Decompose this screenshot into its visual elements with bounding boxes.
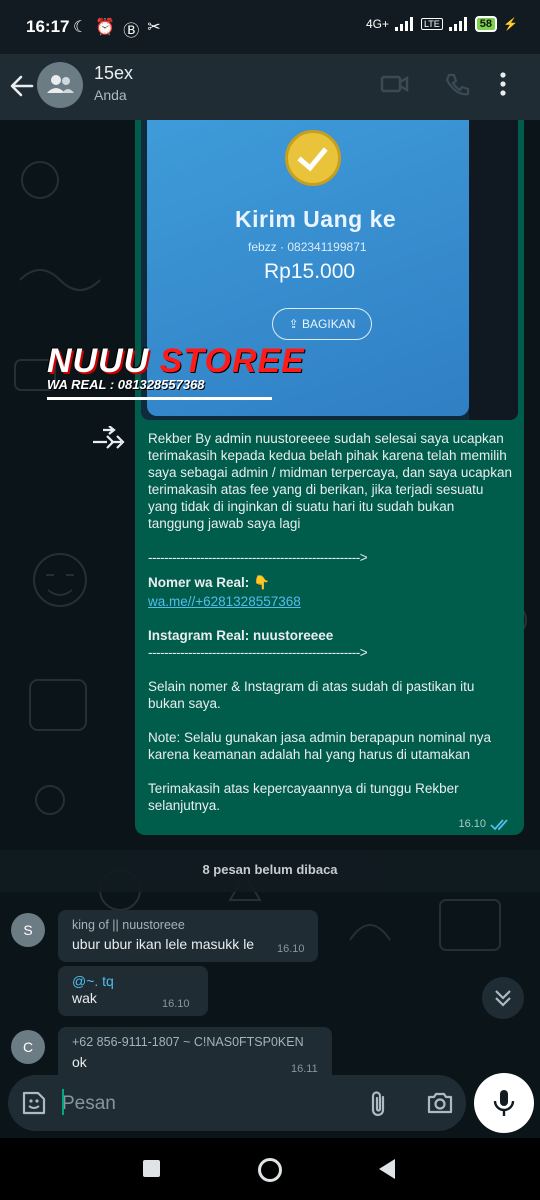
- voice-record-button[interactable]: [474, 1073, 534, 1133]
- chat-header: 15ex Anda: [0, 54, 540, 120]
- home-button[interactable]: [258, 1158, 282, 1182]
- read-ticks-icon: [490, 819, 508, 831]
- status-notification-icons: ☾ ⏰ Ⓑ ✂: [73, 17, 161, 41]
- status-bar: 16:17 ☾ ⏰ Ⓑ ✂ 4G+ LTE 58 ⚡: [0, 0, 540, 54]
- attach-paperclip-icon[interactable]: [368, 1089, 390, 1119]
- volte-icon: LTE: [420, 18, 443, 30]
- message-timestamp: 16.10: [162, 998, 190, 1010]
- battery-icon: 58: [474, 16, 498, 32]
- sender-avatar[interactable]: C: [11, 1030, 45, 1064]
- store-watermark: NUUU STOREE WA REAL : 081328557368: [47, 342, 305, 400]
- receipt-share-button: ⇪ BAGIKAN: [272, 308, 372, 340]
- status-right: 4G+ LTE 58 ⚡: [366, 16, 518, 32]
- sender-name[interactable]: king of || nuustoreee: [72, 918, 185, 932]
- incoming-message-bubble[interactable]: +62 856-9111-1807 ~ C!NAS0FTSP0KEN ok 16…: [58, 1027, 332, 1075]
- unread-count-label: 8 pesan belum dibaca: [202, 862, 338, 877]
- signal-icon-2: [448, 17, 467, 31]
- instagram-label: Instagram Real: nuustoreeee: [148, 628, 334, 643]
- chat-area[interactable]: Kirim Uang ke febzz · 082341199871 Rp15.…: [0, 120, 540, 1075]
- share-icon: ⇪: [288, 317, 303, 331]
- signal-icon: [394, 17, 413, 31]
- message-composer: [8, 1075, 466, 1131]
- message-paragraph-3: Note: Selalu gunakan jasa admin berapapu…: [148, 730, 491, 762]
- phone-edge: [469, 120, 518, 420]
- message-paragraph-2: Selain nomer & Instagram di atas sudah d…: [148, 679, 475, 711]
- message-text: wak: [72, 990, 97, 1006]
- message-timestamp: 16.10: [458, 818, 486, 830]
- message-input[interactable]: [60, 1085, 344, 1123]
- receipt-amount: Rp15.000: [264, 260, 356, 283]
- double-chevron-down-icon: [495, 990, 511, 1007]
- message-paragraph-4: Terimakasih atas kepercayaannya di tungg…: [148, 781, 459, 813]
- incoming-message-bubble[interactable]: king of || nuustoreee ubur ubur ikan lel…: [58, 910, 318, 962]
- chat-subtitle: Anda: [94, 87, 127, 103]
- group-avatar[interactable]: [37, 62, 83, 108]
- pointing-down-emoji: 👇: [253, 575, 270, 590]
- message-text: Rekber By admin nuustoreeee sudah selesa…: [148, 430, 514, 831]
- receipt-share-label: BAGIKAN: [302, 317, 356, 331]
- watermark-title-b: STOREE: [159, 342, 305, 380]
- status-time: 16:17: [26, 17, 70, 36]
- message-text: ubur ubur ikan lele masukk le: [72, 936, 255, 952]
- group-icon: [47, 75, 74, 93]
- network-type: 4G+: [365, 17, 389, 31]
- sender-avatar[interactable]: S: [11, 913, 45, 947]
- watermark-title-a: NUUU: [47, 342, 160, 380]
- scissors-icon: ✂: [147, 19, 161, 36]
- sender-name[interactable]: +62 856-9111-1807 ~ C!NAS0FTSP0KEN: [72, 1035, 304, 1049]
- wa-link[interactable]: wa.me//+6281328557368: [148, 594, 301, 609]
- camera-icon[interactable]: [426, 1090, 454, 1116]
- moon-icon: ☾: [73, 19, 88, 36]
- voice-call-icon[interactable]: [444, 72, 470, 98]
- message-divider: ----------------------------------------…: [148, 550, 368, 565]
- text-cursor: [62, 1089, 64, 1115]
- unread-divider: 8 pesan belum dibaca: [0, 850, 540, 892]
- success-check-icon: [285, 130, 341, 186]
- mention-text[interactable]: @~. tq: [72, 973, 114, 989]
- chat-title[interactable]: 15ex: [94, 63, 133, 84]
- recent-apps-button[interactable]: [143, 1160, 160, 1177]
- back-arrow-icon[interactable]: [8, 68, 36, 104]
- sticker-icon[interactable]: [20, 1089, 48, 1117]
- wa-label: Nomer wa Real:: [148, 575, 250, 590]
- forward-icon[interactable]: [91, 426, 125, 450]
- video-call-icon[interactable]: [380, 72, 410, 96]
- more-options-icon[interactable]: [498, 70, 508, 100]
- nav-back-button[interactable]: [377, 1158, 397, 1180]
- b-badge-icon: Ⓑ: [123, 23, 140, 40]
- watermark-underline: [47, 397, 272, 400]
- scroll-to-bottom-button[interactable]: [482, 977, 524, 1019]
- message-timestamp: 16.11: [291, 1063, 318, 1075]
- incoming-message-bubble[interactable]: @~. tq wak 16.10: [58, 966, 208, 1016]
- message-text: ok: [72, 1054, 87, 1070]
- microphone-icon: [493, 1090, 515, 1116]
- system-navigation-bar: [0, 1138, 540, 1200]
- message-divider-2: ----------------------------------------…: [148, 645, 368, 660]
- outgoing-message-bubble[interactable]: Kirim Uang ke febzz · 082341199871 Rp15.…: [47, 120, 524, 835]
- charging-icon: ⚡: [503, 17, 518, 31]
- message-paragraph: Rekber By admin nuustoreeee sudah selesa…: [148, 431, 512, 531]
- receipt-title: Kirim Uang ke: [235, 206, 397, 232]
- alarm-icon: ⏰: [95, 19, 116, 36]
- message-timestamp: 16.10: [277, 943, 305, 955]
- receipt-recipient: febzz · 082341199871: [248, 240, 367, 254]
